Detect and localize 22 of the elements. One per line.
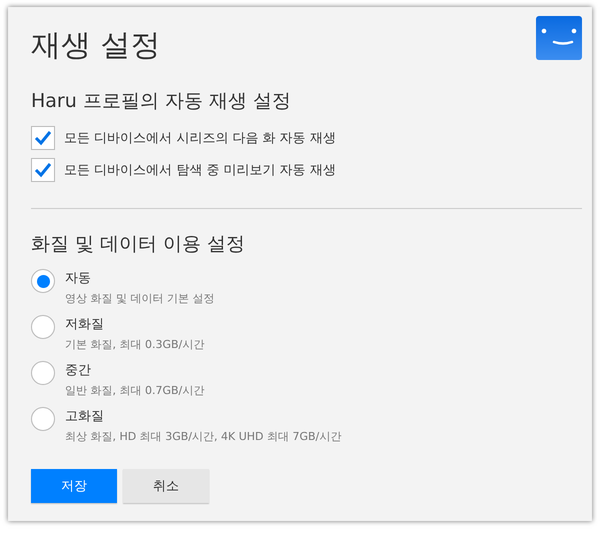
- radio-label: 중간: [65, 362, 92, 380]
- checkbox[interactable]: [31, 126, 55, 150]
- cancel-button[interactable]: 취소: [123, 469, 209, 503]
- option-description: 최상 화질, HD 최대 3GB/시간, 4K UHD 최대 7GB/시간: [65, 429, 342, 445]
- radio-button[interactable]: [31, 269, 55, 293]
- radio-label: 저화질: [65, 316, 105, 334]
- avatar-icon[interactable]: [536, 16, 582, 60]
- radio-label: 자동: [65, 270, 92, 288]
- checkbox[interactable]: [31, 158, 55, 182]
- option-description: 일반 화질, 최대 0.7GB/시간: [65, 383, 204, 399]
- radio-button[interactable]: [31, 315, 55, 339]
- section-heading: Haru 프로필의 자동 재생 설정: [31, 89, 292, 114]
- option-description: 영상 화질 및 데이터 기본 설정: [65, 291, 214, 307]
- checkbox-label: 모든 디바이스에서 시리즈의 다음 화 자동 재생: [64, 130, 336, 147]
- save-button[interactable]: 저장: [31, 469, 117, 503]
- section-heading: 화질 및 데이터 이용 설정: [31, 232, 246, 257]
- radio-button[interactable]: [31, 361, 55, 385]
- option-description: 기본 화질, 최대 0.3GB/시간: [65, 337, 204, 353]
- radio-button[interactable]: [31, 407, 55, 431]
- radio-label: 고화질: [65, 408, 105, 426]
- checkbox-label: 모든 디바이스에서 탐색 중 미리보기 자동 재생: [64, 162, 336, 179]
- page-title: 재생 설정: [31, 27, 161, 65]
